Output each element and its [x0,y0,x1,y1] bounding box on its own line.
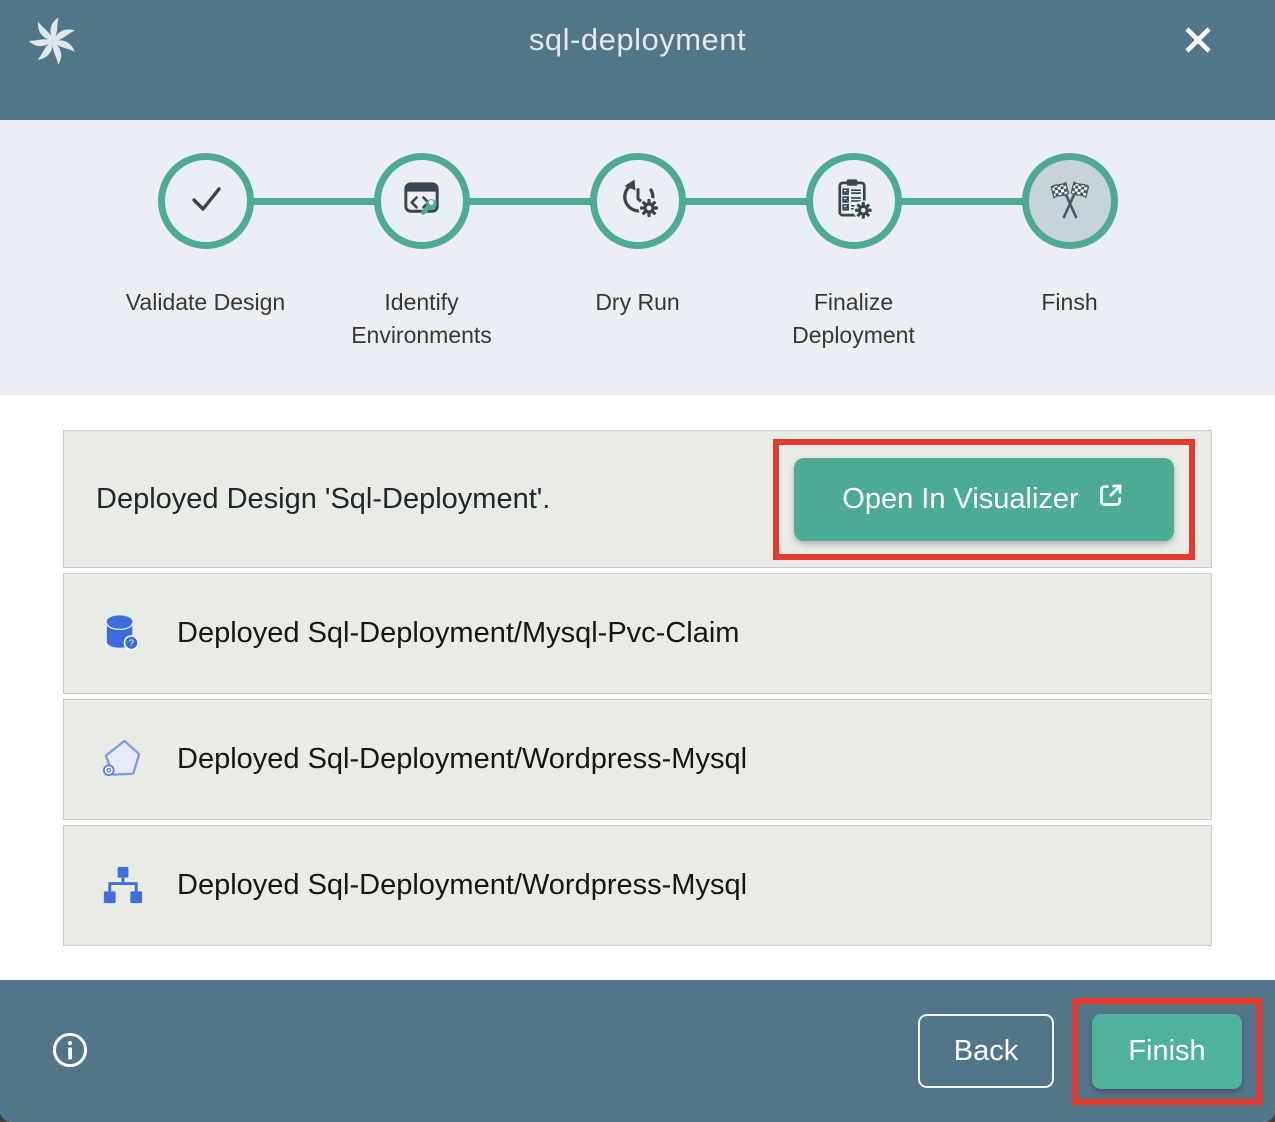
check-icon [182,175,230,228]
results-stack: Deployed Design 'Sql-Deployment'. Open I… [63,430,1212,946]
step-label: Finsh [1041,286,1097,319]
step-identify-environments: Identify Environments [314,153,530,353]
tree-deployment-icon [99,862,146,909]
svg-text:?: ? [129,638,134,648]
open-in-visualizer-label: Open In Visualizer [842,483,1078,516]
step-circle-finalize-deployment[interactable] [806,153,902,249]
step-validate-design: Validate Design [98,153,314,353]
deployed-design-text: Deployed Design 'Sql-Deployment'. [96,483,550,516]
step-label: Dry Run [595,286,679,319]
step-circle-validate-design[interactable] [158,153,254,249]
step-label: Finalize Deployment [766,286,942,353]
dialog-header: sql-deployment [0,0,1275,120]
close-icon [1178,20,1218,63]
deployed-item-row: Deployed Sql-Deployment/Wordpress-Mysql [63,699,1212,820]
deployment-wizard-dialog: sql-deployment Validate Desi [0,0,1275,1122]
deployed-item-text: Deployed Sql-Deployment/Mysql-Pvc-Claim [177,617,739,650]
step-label: Validate Design [126,286,285,319]
page-title: sql-deployment [0,22,1275,58]
deployed-item-row: ? Deployed Sql-Deployment/Mysql-Pvc-Clai… [63,573,1212,694]
back-button[interactable]: Back [918,1014,1054,1088]
external-link-icon [1095,480,1126,519]
deployed-item-row: Deployed Sql-Deployment/Wordpress-Mysql [63,825,1212,946]
finish-button[interactable]: Finish [1092,1014,1242,1089]
footer-actions: Back Finish [918,998,1275,1105]
step-circle-dry-run[interactable] [590,153,686,249]
rerun-gear-icon [614,175,662,228]
info-icon [48,1028,92,1075]
highlight-box-visualizer: Open In Visualizer [773,439,1195,560]
deployed-design-row: Deployed Design 'Sql-Deployment'. Open I… [63,430,1212,568]
highlight-box-finish: Finish [1072,998,1262,1105]
checkered-flags-icon [1046,175,1094,228]
deployed-item-text: Deployed Sql-Deployment/Wordpress-Mysql [177,869,747,902]
step-circle-finish[interactable] [1022,153,1118,249]
dialog-footer: Back Finish [0,980,1275,1122]
pentagon-service-icon [99,736,146,783]
step-finalize-deployment: Finalize Deployment [746,153,962,353]
info-button[interactable] [48,1029,92,1073]
code-window-wrench-icon [398,175,445,227]
step-label: Identify Environments [334,286,510,353]
open-in-visualizer-button[interactable]: Open In Visualizer [794,458,1174,541]
step-circle-identify-environments[interactable] [374,153,470,249]
wizard-stepper: Validate Design Ident [0,120,1275,395]
database-icon: ? [99,610,146,657]
results-panel: Deployed Design 'Sql-Deployment'. Open I… [0,395,1275,980]
close-button[interactable] [1177,20,1219,62]
deployed-item-text: Deployed Sql-Deployment/Wordpress-Mysql [177,743,747,776]
clipboard-gear-icon [830,175,877,227]
step-finish: Finsh [962,153,1178,353]
step-dry-run: Dry Run [530,153,746,353]
